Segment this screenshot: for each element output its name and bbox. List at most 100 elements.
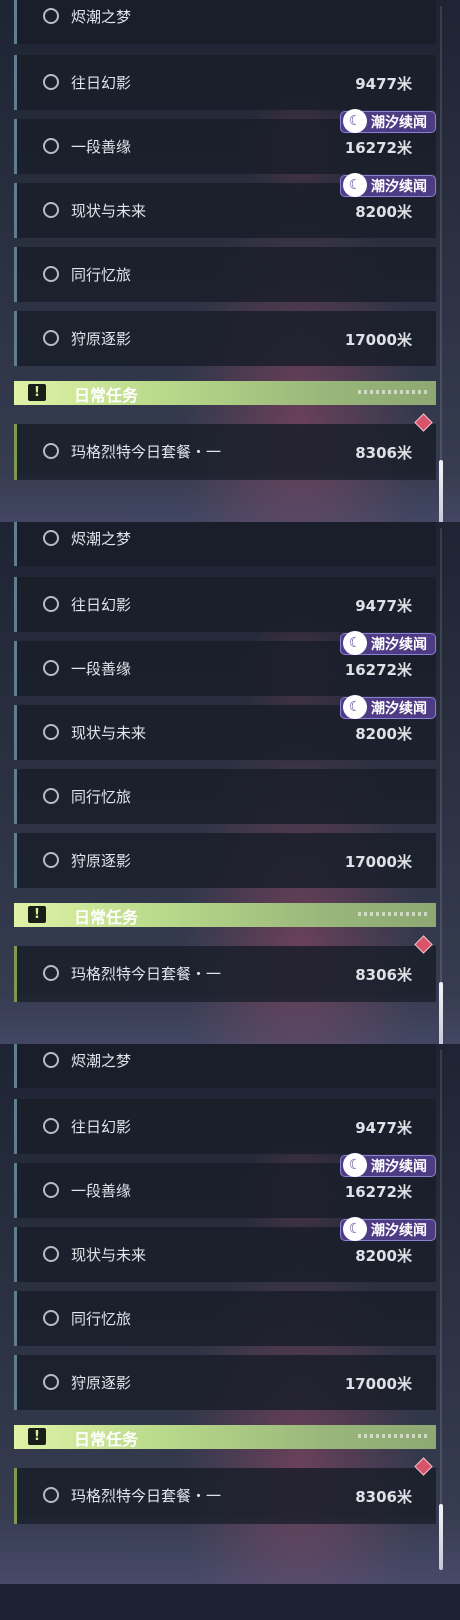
quest-distance: 16272米 bbox=[344, 661, 412, 679]
daily-quests-title: 日常任务 bbox=[74, 1430, 139, 1449]
quest-row[interactable]: 狩原逐影 17000米 bbox=[14, 311, 436, 366]
quest-name: 烬潮之梦 bbox=[71, 530, 132, 548]
circle-outline-icon bbox=[43, 1118, 59, 1134]
quest-distance: 16272米 bbox=[344, 139, 412, 157]
sparkle-moon-icon: ☾ bbox=[343, 173, 367, 197]
quest-row[interactable]: 一段善缘 16272米 ☾ 潮汐续闻 bbox=[14, 631, 436, 696]
quest-row[interactable]: 往日幻影 9477米 bbox=[14, 55, 436, 110]
quest-row[interactable]: 烬潮之梦 bbox=[14, 0, 436, 44]
quest-row[interactable]: 狩原逐影 17000米 bbox=[14, 1355, 436, 1410]
circle-outline-icon bbox=[43, 1487, 59, 1503]
quest-name: 往日幻影 bbox=[71, 1118, 132, 1136]
scrollbar-thumb[interactable] bbox=[439, 460, 443, 526]
quest-name: 一段善缘 bbox=[71, 660, 132, 678]
quest-name: 烬潮之梦 bbox=[71, 1052, 132, 1070]
tidal-story-label: 潮汐续闻 bbox=[371, 637, 427, 653]
quest-row[interactable]: 烬潮之梦 bbox=[14, 522, 436, 566]
daily-quests-header[interactable]: ! 日常任务 bbox=[14, 1425, 436, 1449]
quest-distance: 8306米 bbox=[355, 1488, 412, 1506]
quest-row[interactable]: 一段善缘 16272米 ☾ 潮汐续闻 bbox=[14, 109, 436, 174]
screenshot-stack: 烬潮之梦 往日幻影 9477米 一段善缘 16272米 ☾ 潮汐续闻 现状与未来 8200米 ☾ 潮… bbox=[0, 0, 460, 1620]
circle-outline-icon bbox=[43, 1052, 59, 1068]
sparkle-moon-icon: ☾ bbox=[343, 631, 367, 655]
quest-name: 玛格烈特今日套餐・一 bbox=[71, 443, 222, 461]
quest-name: 现状与未来 bbox=[71, 724, 147, 742]
circle-outline-icon bbox=[43, 965, 59, 981]
tidal-story-badge: ☾ 潮汐续闻 bbox=[340, 173, 436, 197]
quest-row[interactable]: 往日幻影 9477米 bbox=[14, 1099, 436, 1154]
daily-quests-title: 日常任务 bbox=[74, 386, 139, 405]
daily-quests-header[interactable]: ! 日常任务 bbox=[14, 903, 436, 927]
quest-row[interactable]: 同行忆旅 bbox=[14, 247, 436, 302]
exclamation-box-icon: ! bbox=[28, 906, 46, 923]
sparkle-moon-icon: ☾ bbox=[343, 695, 367, 719]
quest-row[interactable]: 一段善缘 16272米 ☾ 潮汐续闻 bbox=[14, 1153, 436, 1218]
quest-name: 一段善缘 bbox=[71, 138, 132, 156]
quest-distance: 9477米 bbox=[355, 597, 412, 615]
circle-outline-icon bbox=[43, 202, 59, 218]
quest-name: 狩原逐影 bbox=[71, 1374, 132, 1392]
quest-name: 玛格烈特今日套餐・一 bbox=[71, 1487, 222, 1505]
quest-row[interactable]: 往日幻影 9477米 bbox=[14, 577, 436, 632]
scrollbar-thumb[interactable] bbox=[439, 982, 443, 1048]
tidal-story-label: 潮汐续闻 bbox=[371, 179, 427, 195]
quest-row[interactable]: 现状与未来 8200米 ☾ 潮汐续闻 bbox=[14, 1217, 436, 1282]
quest-row[interactable]: 狩原逐影 17000米 bbox=[14, 833, 436, 888]
daily-quest-row[interactable]: 玛格烈特今日套餐・一 8306米 bbox=[14, 935, 436, 1002]
diamond-marker-icon bbox=[414, 1457, 433, 1476]
quest-distance: 8200米 bbox=[355, 203, 412, 221]
header-stripe-decoration bbox=[358, 1434, 428, 1438]
sparkle-moon-icon: ☾ bbox=[343, 109, 367, 133]
scrollbar-track[interactable] bbox=[440, 528, 442, 1048]
circle-outline-icon bbox=[43, 1182, 59, 1198]
quest-name: 现状与未来 bbox=[71, 1246, 147, 1264]
sparkle-moon-icon: ☾ bbox=[343, 1217, 367, 1241]
quest-distance: 9477米 bbox=[355, 75, 412, 93]
quest-distance: 8200米 bbox=[355, 725, 412, 743]
circle-outline-icon bbox=[43, 530, 59, 546]
quest-name: 同行忆旅 bbox=[71, 1310, 132, 1328]
circle-outline-icon bbox=[43, 330, 59, 346]
scrollbar-thumb[interactable] bbox=[439, 1504, 443, 1570]
quest-name: 现状与未来 bbox=[71, 202, 147, 220]
quest-row[interactable]: 现状与未来 8200米 ☾ 潮汐续闻 bbox=[14, 173, 436, 238]
scrollbar-track[interactable] bbox=[440, 1050, 442, 1570]
circle-outline-icon bbox=[43, 443, 59, 459]
daily-quest-row[interactable]: 玛格烈特今日套餐・一 8306米 bbox=[14, 413, 436, 480]
quest-name: 往日幻影 bbox=[71, 74, 132, 92]
quest-distance: 9477米 bbox=[355, 1119, 412, 1137]
circle-outline-icon bbox=[43, 1246, 59, 1262]
circle-outline-icon bbox=[43, 660, 59, 676]
tidal-story-label: 潮汐续闻 bbox=[371, 1223, 427, 1239]
quest-row[interactable]: 同行忆旅 bbox=[14, 1291, 436, 1346]
sparkle-moon-icon: ☾ bbox=[343, 1153, 367, 1177]
tidal-story-badge: ☾ 潮汐续闻 bbox=[340, 695, 436, 719]
scrollbar-track[interactable] bbox=[440, 6, 442, 526]
quest-tracker-panel: 烬潮之梦 往日幻影 9477米 一段善缘 16272米 ☾ 潮汐续闻 现状与未来 8200米 ☾ 潮… bbox=[0, 0, 460, 540]
quest-distance: 8306米 bbox=[355, 966, 412, 984]
header-stripe-decoration bbox=[358, 390, 428, 394]
tidal-story-badge: ☾ 潮汐续闻 bbox=[340, 631, 436, 655]
quest-distance: 8306米 bbox=[355, 444, 412, 462]
quest-tracker-panel: 烬潮之梦 往日幻影 9477米 一段善缘 16272米 ☾ 潮汐续闻 现状与未来 8200米 ☾ 潮… bbox=[0, 522, 460, 1062]
quest-name: 往日幻影 bbox=[71, 596, 132, 614]
quest-distance: 17000米 bbox=[344, 1375, 412, 1393]
daily-quest-row[interactable]: 玛格烈特今日套餐・一 8306米 bbox=[14, 1457, 436, 1524]
circle-outline-icon bbox=[43, 1374, 59, 1390]
daily-quests-header[interactable]: ! 日常任务 bbox=[14, 381, 436, 405]
circle-outline-icon bbox=[43, 8, 59, 24]
circle-outline-icon bbox=[43, 852, 59, 868]
circle-outline-icon bbox=[43, 138, 59, 154]
quest-distance: 17000米 bbox=[344, 331, 412, 349]
quest-row[interactable]: 现状与未来 8200米 ☾ 潮汐续闻 bbox=[14, 695, 436, 760]
daily-quests-title: 日常任务 bbox=[74, 908, 139, 927]
quest-name: 同行忆旅 bbox=[71, 788, 132, 806]
quest-name: 狩原逐影 bbox=[71, 330, 132, 348]
quest-row[interactable]: 同行忆旅 bbox=[14, 769, 436, 824]
tidal-story-badge: ☾ 潮汐续闻 bbox=[340, 1217, 436, 1241]
quest-name: 一段善缘 bbox=[71, 1182, 132, 1200]
quest-row[interactable]: 烬潮之梦 bbox=[14, 1044, 436, 1088]
circle-outline-icon bbox=[43, 266, 59, 282]
tidal-story-badge: ☾ 潮汐续闻 bbox=[340, 1153, 436, 1177]
circle-outline-icon bbox=[43, 788, 59, 804]
